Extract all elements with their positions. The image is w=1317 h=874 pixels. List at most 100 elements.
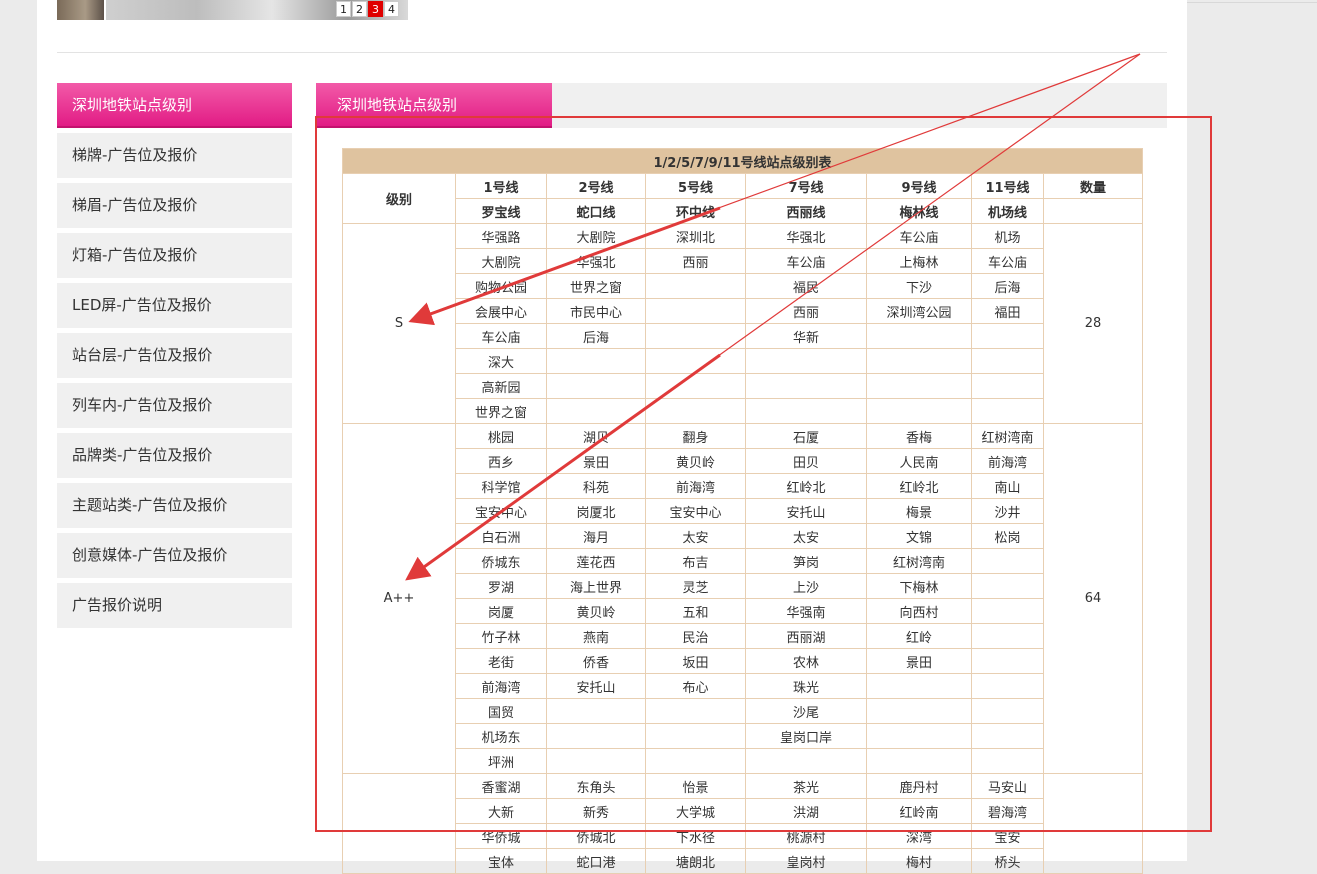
line-name-header: 机场线	[971, 198, 1044, 224]
station-cell: 深圳湾公园	[866, 298, 972, 324]
station-cell	[866, 748, 972, 774]
station-cell: 洪湖	[745, 798, 867, 824]
sidebar-item-6[interactable]: 品牌类-广告位及报价	[57, 433, 292, 478]
level-cell	[342, 773, 456, 874]
level-header: 级别	[342, 173, 456, 224]
carousel-page-2[interactable]: 2	[352, 1, 367, 17]
carousel-page-4[interactable]: 4	[384, 1, 399, 17]
level-cell: A++	[342, 423, 456, 774]
count-header-spacer	[1042, 198, 1144, 224]
station-cell: 景田	[546, 448, 646, 474]
station-cell: 香蜜湖	[455, 773, 547, 799]
sidebar-heading: 深圳地铁站点级别	[57, 83, 292, 128]
count-cell: 28	[1042, 223, 1144, 424]
station-cell	[971, 398, 1044, 424]
line-name-header: 西丽线	[745, 198, 867, 224]
station-cell	[745, 398, 867, 424]
main-tab-title[interactable]: 深圳地铁站点级别	[316, 83, 552, 128]
station-cell	[546, 698, 646, 724]
station-cell: 白石洲	[455, 523, 547, 549]
station-level-table: 1/2/5/7/9/11号线站点级别表 级别 1号线 2号线 5号线 7号线 9号线 11…	[341, 148, 1144, 874]
station-cell	[866, 398, 972, 424]
station-cell: 会展中心	[455, 298, 547, 324]
station-cell: 红岭南	[866, 798, 972, 824]
line-name-header: 梅林线	[866, 198, 972, 224]
station-cell	[645, 398, 746, 424]
station-cell	[971, 673, 1044, 699]
station-cell: 安托山	[546, 673, 646, 699]
sidebar-item-3[interactable]: LED屏-广告位及报价	[57, 283, 292, 328]
station-cell	[645, 748, 746, 774]
station-cell: 翻身	[645, 423, 746, 449]
table-row: 会展中心 市民中心 西丽 深圳湾公园 福田	[343, 298, 1143, 324]
table-row: 坪洲	[343, 748, 1143, 774]
table-row: 罗湖 海上世界 灵芝 上沙 下梅林	[343, 573, 1143, 599]
station-cell: 侨香	[546, 648, 646, 674]
table-row: 宝体 蛇口港 塘朗北 皇岗村 梅村 桥头	[343, 848, 1143, 874]
count-header: 数量	[1042, 173, 1144, 199]
sidebar-item-7[interactable]: 主题站类-广告位及报价	[57, 483, 292, 528]
station-cell	[866, 673, 972, 699]
station-cell	[866, 348, 972, 374]
station-cell: 华侨城	[455, 823, 547, 849]
carousel-pager: 1 2 3 4	[336, 1, 399, 17]
station-cell: 安托山	[745, 498, 867, 524]
station-cell	[971, 623, 1044, 649]
sidebar-item-5[interactable]: 列车内-广告位及报价	[57, 383, 292, 428]
line-header: 7号线	[745, 173, 867, 199]
station-cell: 塘朗北	[645, 848, 746, 874]
sidebar-item-2[interactable]: 灯箱-广告位及报价	[57, 233, 292, 278]
station-cell: 高新园	[455, 373, 547, 399]
table-row: 岗厦 黄贝岭 五和 华强南 向西村	[343, 598, 1143, 624]
station-cell: 国贸	[455, 698, 547, 724]
station-cell: 太安	[745, 523, 867, 549]
table-row: 国贸 沙尾	[343, 698, 1143, 724]
station-cell: 大学城	[645, 798, 746, 824]
sidebar-menu: 梯牌-广告位及报价 梯眉-广告位及报价 灯箱-广告位及报价 LED屏-广告位及报价 站台…	[57, 133, 292, 633]
station-cell: 岗厦北	[546, 498, 646, 524]
station-cell: 罗湖	[455, 573, 547, 599]
station-cell	[971, 548, 1044, 574]
station-cell: 五和	[645, 598, 746, 624]
station-cell: 后海	[546, 323, 646, 349]
station-cell: 珠光	[745, 673, 867, 699]
station-cell	[546, 398, 646, 424]
carousel-page-1[interactable]: 1	[336, 1, 351, 17]
sidebar-item-8[interactable]: 创意媒体-广告位及报价	[57, 533, 292, 578]
station-cell: 松岗	[971, 523, 1044, 549]
sidebar-item-4[interactable]: 站台层-广告位及报价	[57, 333, 292, 378]
station-cell	[546, 373, 646, 399]
table-row: 华侨城 侨城北 下水径 桃源村 深湾 宝安	[343, 823, 1143, 849]
station-cell: 皇岗口岸	[745, 723, 867, 749]
table-row: 竹子林 燕南 民治 西丽湖 红岭	[343, 623, 1143, 649]
sidebar-item-1[interactable]: 梯眉-广告位及报价	[57, 183, 292, 228]
station-cell: 世界之窗	[455, 398, 547, 424]
station-cell	[971, 348, 1044, 374]
station-cell: 科学馆	[455, 473, 547, 499]
station-cell: 前海湾	[455, 673, 547, 699]
station-cell: 人民南	[866, 448, 972, 474]
station-cell: 海上世界	[546, 573, 646, 599]
station-cell: 后海	[971, 273, 1044, 299]
station-cell: 前海湾	[645, 473, 746, 499]
station-cell: 民治	[645, 623, 746, 649]
carousel-page-3[interactable]: 3	[368, 1, 383, 17]
station-cell: 农林	[745, 648, 867, 674]
sidebar-item-9[interactable]: 广告报价说明	[57, 583, 292, 628]
line-header: 2号线	[546, 173, 646, 199]
station-cell: 向西村	[866, 598, 972, 624]
station-cell	[645, 348, 746, 374]
station-cell: 怡景	[645, 773, 746, 799]
station-cell: 车公庙	[455, 323, 547, 349]
station-cell: 文锦	[866, 523, 972, 549]
station-cell: 下沙	[866, 273, 972, 299]
station-cell	[866, 323, 972, 349]
station-cell: 桃园	[455, 423, 547, 449]
station-cell: 红岭北	[745, 473, 867, 499]
station-cell: 大剧院	[455, 248, 547, 274]
line-name-header: 蛇口线	[546, 198, 646, 224]
station-cell	[971, 698, 1044, 724]
banner-image-left[interactable]	[57, 0, 104, 20]
station-cell: 笋岗	[745, 548, 867, 574]
sidebar-item-0[interactable]: 梯牌-广告位及报价	[57, 133, 292, 178]
